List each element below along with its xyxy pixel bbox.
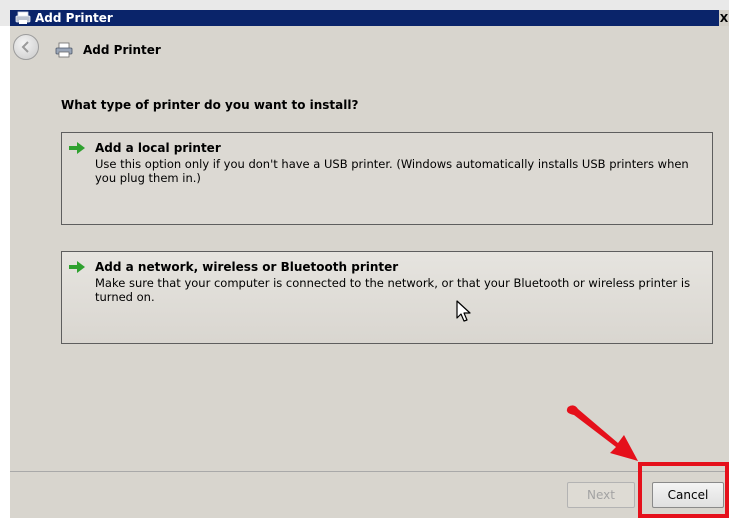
add-network-printer-option[interactable]: Add a network, wireless or Bluetooth pri… [61, 251, 713, 344]
printer-icon [55, 42, 73, 58]
printer-icon [15, 11, 31, 24]
highlight-box-annotation [638, 462, 729, 518]
green-arrow-icon [69, 261, 85, 273]
back-button[interactable] [13, 34, 39, 60]
page-heading: What type of printer do you want to inst… [61, 98, 359, 112]
red-arrow-annotation-icon [566, 405, 638, 461]
back-arrow-icon [21, 41, 29, 53]
title-bar: Add Printer X [0, 0, 729, 26]
add-local-printer-option[interactable]: Add a local printer Use this option only… [61, 132, 713, 225]
option-description: Use this option only if you don't have a… [95, 157, 689, 185]
navigation-bar: Add Printer [10, 26, 729, 72]
footer-divider [10, 471, 729, 472]
title-bar-strip: Add Printer X [10, 10, 729, 26]
close-button[interactable]: X [719, 10, 729, 26]
mouse-cursor-icon [456, 300, 471, 322]
close-icon: X [719, 11, 729, 25]
window-title: Add Printer [35, 11, 113, 25]
nav-title: Add Printer [83, 43, 161, 57]
option-description: Make sure that your computer is connecte… [95, 276, 691, 304]
next-button[interactable]: Next [567, 482, 635, 508]
green-arrow-icon [69, 142, 85, 154]
option-title: Add a local printer [95, 141, 221, 155]
option-title: Add a network, wireless or Bluetooth pri… [95, 260, 399, 274]
